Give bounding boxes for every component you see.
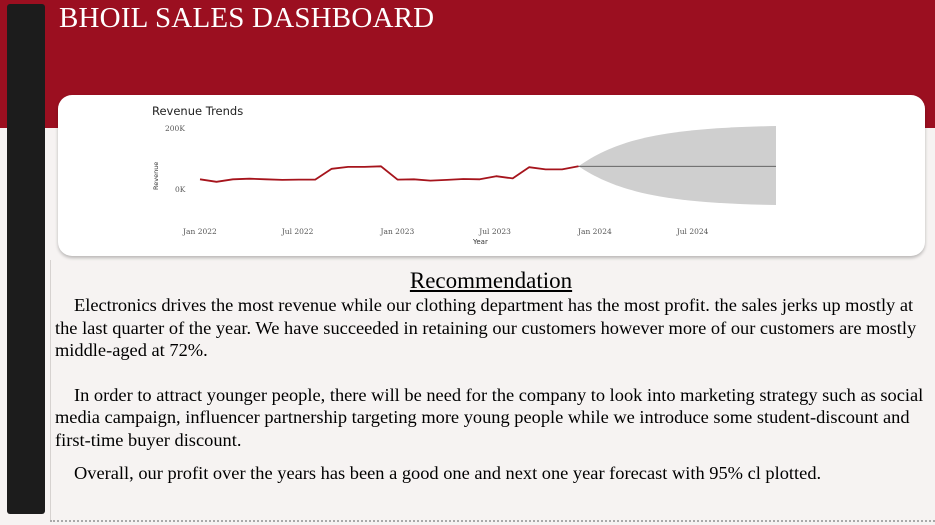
y-axis-label: Revenue <box>152 162 160 190</box>
x-tick-label: Jan 2022 <box>182 227 217 236</box>
chart-title: Revenue Trends <box>152 104 243 118</box>
x-tick-label: Jul 2023 <box>478 227 511 236</box>
left-sidebar[interactable] <box>7 4 45 514</box>
revenue-trends-chart[interactable]: Revenue Trends 200K 0K Revenue Year Jan … <box>58 95 925 256</box>
x-tick-label: Jan 2023 <box>379 227 414 236</box>
recommendation-paragraph-1: Electronics drives the most revenue whil… <box>55 295 917 360</box>
y-tick-0k: 0K <box>175 185 186 194</box>
recommendation-paragraph-2: In order to attract younger people, ther… <box>55 384 924 450</box>
recommendation-heading: Recommendation <box>409 268 573 293</box>
recommendation-paragraph-3: Overall, our profit over the years has b… <box>74 463 822 483</box>
x-tick-label: Jul 2024 <box>676 227 709 236</box>
forecast-confidence-band <box>578 126 776 206</box>
revenue-series-line <box>199 165 579 183</box>
y-tick-200k: 200K <box>165 124 185 133</box>
revenue-chart-card[interactable]: Revenue Trends 200K 0K Revenue Year Jan … <box>58 95 925 256</box>
x-tick-label: Jan 2024 <box>577 227 612 236</box>
content-border <box>50 260 51 522</box>
dashboard-title: BHOIL SALES DASHBOARD <box>59 2 435 34</box>
recommendation-section: Recommendation Electronics drives the mo… <box>55 268 925 485</box>
x-tick-label: Jul 2022 <box>281 227 314 236</box>
bottom-divider <box>50 520 935 522</box>
x-axis-label: Year <box>472 238 488 246</box>
